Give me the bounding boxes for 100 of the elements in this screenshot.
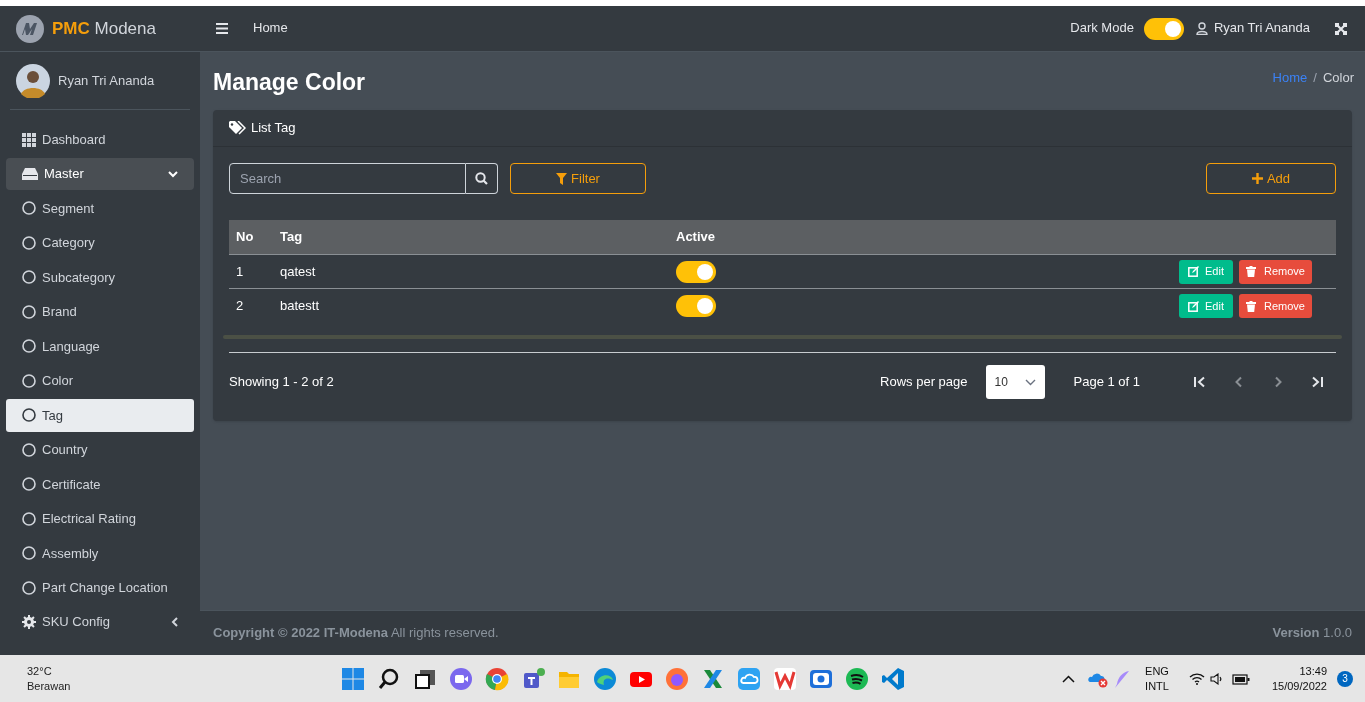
sidebar-item[interactable]: Dashboard — [6, 124, 194, 156]
breadcrumb-separator: / — [1313, 69, 1317, 88]
toggle-switch[interactable] — [1143, 17, 1184, 40]
user-menu[interactable]: Ryan Tri Ananda — [1213, 19, 1310, 38]
w-mark-icon[interactable] — [773, 666, 797, 691]
rows-per-page-label: Rows per page — [880, 373, 968, 392]
sidebar-item[interactable]: Master — [6, 158, 194, 190]
wifi-icon — [1188, 672, 1205, 685]
circle-icon — [22, 235, 36, 250]
dark-mode-label: Dark Mode — [1070, 19, 1134, 38]
circle-icon — [22, 201, 36, 216]
video-chat-icon[interactable] — [449, 666, 473, 691]
edit-icon — [1188, 266, 1199, 277]
circle-icon — [22, 442, 36, 457]
circle-icon — [22, 580, 36, 595]
sidebar-item[interactable]: Part Change Location — [6, 571, 194, 604]
last-page-icon — [1310, 376, 1323, 388]
page-title: Manage Color — [213, 67, 366, 97]
circle-icon — [22, 373, 36, 388]
circle-icon — [22, 546, 36, 561]
table-cell: 2 — [236, 298, 244, 314]
sidebar-item[interactable]: Subcategory — [6, 261, 194, 294]
plus-icon — [1251, 173, 1263, 184]
toggle-switch[interactable] — [676, 260, 716, 283]
chevron-down-icon — [168, 170, 178, 178]
language-code[interactable]: ENG — [1145, 663, 1169, 679]
search-icon[interactable] — [377, 666, 401, 691]
weather-temperature[interactable]: 32°C — [27, 663, 327, 679]
sidebar-item[interactable]: SKU Config — [6, 606, 194, 638]
weather-condition[interactable]: Berawan — [27, 678, 327, 694]
circle-icon — [22, 339, 36, 354]
expand-icon — [1335, 22, 1347, 35]
search-icon — [475, 172, 488, 185]
brand-name: PMC Modena — [52, 17, 156, 40]
sidebar-item[interactable]: Electrical Rating — [6, 502, 194, 535]
team-chat-icon[interactable] — [521, 666, 545, 691]
sidebar-item[interactable]: Assembly — [6, 537, 194, 570]
grid-icon — [22, 133, 36, 147]
wave-browser-icon[interactable] — [593, 666, 617, 691]
column-header: No — [236, 229, 254, 245]
page-info: Page 1 of 1 — [1073, 373, 1140, 392]
sidebar-item[interactable]: Certificate — [6, 468, 194, 501]
logo-icon — [16, 14, 44, 43]
tags-icon — [229, 121, 246, 135]
version-text: Version 1.0.0 — [1272, 624, 1352, 643]
circle-icon — [22, 511, 36, 526]
menu-icon — [216, 23, 228, 34]
cloud-icon[interactable] — [737, 666, 761, 691]
showing-text: Showing 1 - 2 of 2 — [229, 373, 334, 392]
avatar-icon — [16, 63, 50, 98]
filter-button[interactable]: Filter — [510, 163, 646, 194]
sidebar-item[interactable]: Segment — [6, 192, 194, 225]
circle-icon — [22, 408, 36, 423]
table-cell: 1 — [236, 263, 244, 279]
chevron-up-icon — [1062, 674, 1076, 683]
trash-icon — [1246, 266, 1256, 277]
circle-icon — [22, 270, 36, 285]
edit-icon — [1188, 300, 1199, 312]
filter-icon — [556, 172, 568, 185]
page-size-select[interactable]: 10 — [985, 365, 1045, 399]
sidebar-item[interactable]: Category — [6, 226, 194, 259]
circle-icon — [22, 304, 36, 319]
keyboard-layout[interactable]: INTL — [1145, 678, 1169, 694]
battery-icon — [1231, 672, 1250, 685]
search-field[interactable]: Search — [229, 163, 466, 194]
first-page-icon — [1193, 376, 1206, 388]
browser-ring-icon[interactable] — [485, 666, 509, 691]
drive-icon — [22, 168, 38, 180]
chevron-left-icon — [171, 617, 178, 627]
home-link[interactable]: Home — [253, 19, 288, 38]
toggle-switch[interactable] — [676, 295, 716, 317]
notification-badge[interactable]: 3 — [1337, 670, 1353, 687]
clock-date[interactable]: 15/09/2022 — [1271, 678, 1327, 694]
table-cell: qatest — [280, 263, 316, 279]
user-icon — [1195, 22, 1208, 35]
code-editor-icon[interactable] — [881, 666, 905, 691]
clock-time[interactable]: 13:49 — [1299, 663, 1327, 679]
copyright-text: Copyright © 2022 IT-Modena All rights reserved. — [213, 624, 499, 643]
remove-button[interactable]: Remove — [1239, 294, 1312, 318]
card-title: List Tag — [251, 119, 296, 138]
table-cell: batestt — [280, 298, 320, 314]
search-button[interactable] — [466, 163, 498, 194]
trash-icon — [1246, 300, 1256, 312]
user-name[interactable]: Ryan Tri Ananda — [58, 70, 155, 91]
breadcrumb-current: Color — [1322, 69, 1354, 88]
column-header: Active — [676, 229, 716, 245]
remove-button[interactable]: Remove — [1239, 259, 1312, 284]
sidebar-item[interactable]: Language — [6, 330, 194, 363]
gear-icon — [22, 615, 36, 629]
music-stream-icon[interactable] — [845, 666, 869, 691]
circle-icon — [22, 477, 36, 492]
fox-globe-icon[interactable] — [665, 666, 689, 691]
sidebar-item[interactable]: Country — [6, 433, 194, 466]
sidebar-item[interactable]: Brand — [6, 295, 194, 328]
feather-icon — [1113, 668, 1132, 689]
windows-logo-icon[interactable] — [341, 666, 365, 691]
speaker-icon — [1209, 672, 1224, 685]
add-button[interactable]: Add — [1206, 163, 1336, 194]
sidebar-item[interactable]: Color — [6, 364, 194, 397]
sidebar-item[interactable]: Tag — [6, 399, 194, 432]
